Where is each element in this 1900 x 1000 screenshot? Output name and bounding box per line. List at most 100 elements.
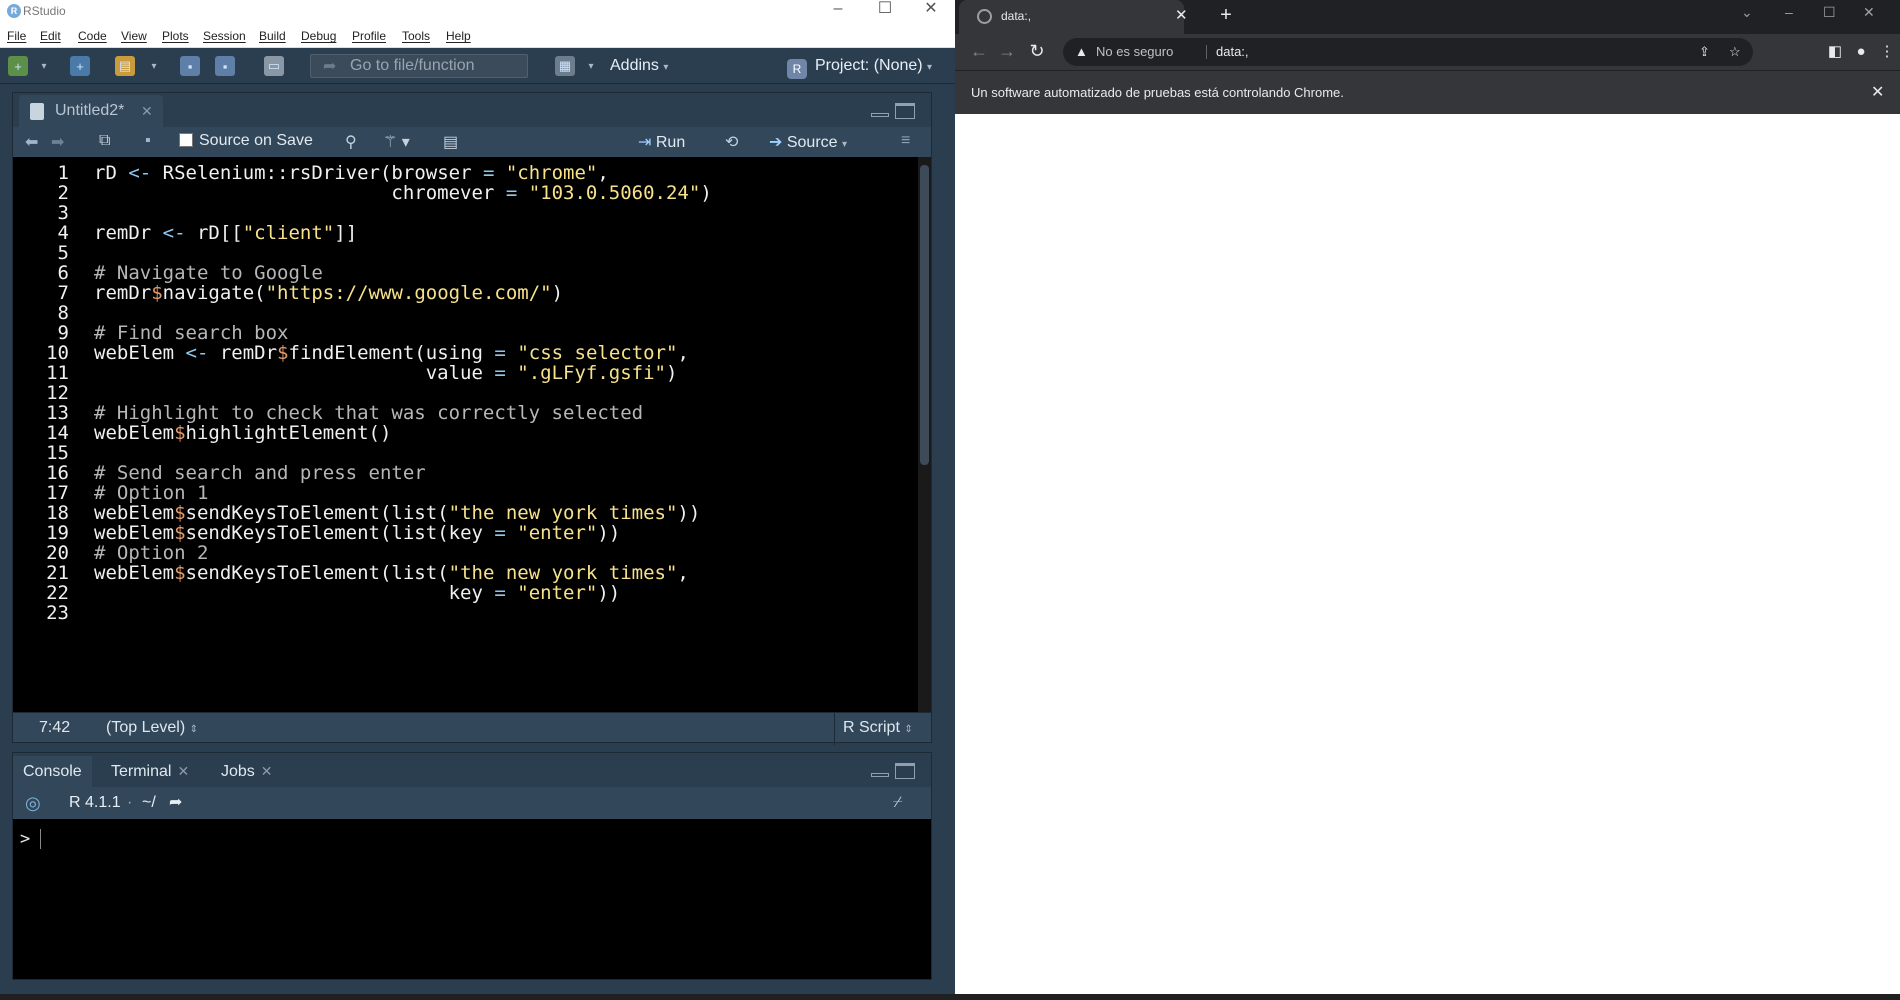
save-icon[interactable]: ▪ [180,56,200,76]
rstudio-window: R RStudio – ☐ ✕ File Edit Code View Plot… [0,0,955,994]
open-dropdown-icon[interactable]: ▾ [148,56,160,76]
run-button[interactable]: ⇥ Run [638,132,685,152]
new-file-dropdown-icon[interactable]: ▾ [38,56,50,76]
globe-icon [977,9,992,24]
maximize-icon[interactable]: ☐ [1823,4,1836,21]
console-output[interactable]: > [13,819,931,979]
address-bar[interactable]: ▲ No es seguro data:, ⇪ ☆ [1063,38,1753,66]
source-tabs: Untitled2* ✕ [13,93,931,127]
tab-search-icon[interactable]: ⌄ [1741,4,1753,21]
close-infobar-icon[interactable]: ✕ [1871,71,1884,115]
code-editor[interactable]: 1 2 3 4 5 6 7 8 9 10 11 12 13 14 15 16 17 18 19 20 21 22 23 rD… [13,157,918,712]
tab-jobs[interactable]: Jobs ✕ [211,756,283,787]
chevron-down-icon: ▾ [927,62,933,73]
browser-tab[interactable]: data:, [959,0,1184,34]
run-label: Run [655,134,686,151]
line-number: 23 [46,602,69,624]
maximize-pane-icon[interactable] [895,763,915,779]
menu-edit[interactable]: Edit [40,29,61,43]
rerun-icon[interactable]: ⟲ [725,132,738,152]
close-tab-icon[interactable]: ✕ [261,763,273,779]
back-arrow-icon[interactable]: ⬅ [25,132,38,152]
menu-profile[interactable]: Profile [352,29,386,43]
automation-infobar: Un software automatizado de pruebas está… [955,70,1900,114]
rstudio-titlebar: R RStudio – ☐ ✕ [0,0,955,24]
language-label: R Script [843,719,900,736]
tab-jobs-label: Jobs [221,763,255,780]
pane-layout-icon[interactable]: ▦ [555,56,575,76]
page-content[interactable] [955,114,1900,994]
project-menu[interactable]: R Project: (None) ▾ [787,57,932,79]
menu-plots[interactable]: Plots [162,29,189,43]
scope-selector[interactable]: (Top Level) ⇕ [106,713,198,745]
close-tab-icon[interactable]: ✕ [141,95,153,127]
menu-kebab-icon[interactable]: ⋮ [1877,42,1897,62]
menu-code[interactable]: Code [78,29,107,43]
language-selector[interactable]: R Script ⇕ [834,713,931,745]
menu-tools[interactable]: Tools [402,29,430,43]
layout-dropdown-icon[interactable]: ▾ [585,56,597,76]
minimize-pane-icon[interactable] [871,113,889,117]
menu-session[interactable]: Session [203,29,246,43]
magic-wand-icon[interactable]: ⚚ ▾ [383,132,410,152]
show-in-window-icon[interactable]: ⧉ [99,132,110,150]
scroll-thumb[interactable] [920,165,929,465]
search-icon[interactable]: ⚲ [345,132,357,152]
chrome-tabstrip: data:, ✕ + ⌄ – ☐ ✕ [955,0,1900,34]
r-version: R 4.1.1 [69,794,121,811]
menu-help[interactable]: Help [446,29,471,43]
close-icon[interactable]: ✕ [1863,4,1875,21]
save-icon[interactable]: ▪ [145,132,151,150]
source-on-save-checkbox[interactable]: Source on Save [179,132,313,150]
bookmark-star-icon[interactable]: ☆ [1729,38,1741,66]
close-tab-icon[interactable]: ✕ [1175,0,1188,32]
goto-file-input[interactable]: ➦ Go to file/function [310,54,528,78]
code-line: chromever = "103.0.5060.24") [94,182,712,204]
forward-arrow-icon[interactable]: ➡ [51,132,64,152]
warning-icon: ▲ [1075,44,1088,59]
goto-arrow-icon: ➦ [323,58,337,75]
new-project-icon[interactable]: + [70,56,90,76]
tab-terminal[interactable]: Terminal ✕ [101,756,199,787]
menu-view[interactable]: View [121,29,147,43]
open-file-icon[interactable]: ▤ [115,56,135,76]
print-icon[interactable]: ▭ [264,56,284,76]
side-panel-icon[interactable]: ◧ [1825,42,1845,62]
minimize-icon[interactable]: – [823,0,853,18]
chrome-window: data:, ✕ + ⌄ – ☐ ✕ ← → ↻ ▲ No es seguro … [955,0,1900,994]
console-infobar: ◎ R 4.1.1 · ~/ ➦ ⌿ [13,787,931,819]
close-icon[interactable]: ✕ [916,0,946,18]
new-tab-icon[interactable]: + [1213,4,1239,27]
save-all-icon[interactable]: ▪ [215,56,235,76]
back-icon[interactable]: ← [967,39,991,63]
maximize-icon[interactable]: ☐ [870,0,900,18]
goto-placeholder: Go to file/function [350,57,475,74]
compile-report-icon[interactable]: ▤ [443,132,458,152]
close-tab-icon[interactable]: ✕ [177,763,189,779]
editor-scrollbar[interactable] [918,157,931,712]
minimize-pane-icon[interactable] [871,773,889,777]
menu-file[interactable]: File [7,29,26,43]
minimize-icon[interactable]: – [1785,4,1793,20]
forward-icon[interactable]: → [995,39,1019,63]
tab-untitled2[interactable]: Untitled2* ✕ [19,95,163,127]
tab-console[interactable]: Console [13,756,92,787]
share-icon[interactable]: ⇪ [1699,38,1710,66]
reload-icon[interactable]: ↻ [1025,39,1049,63]
profile-icon[interactable]: ● [1851,42,1871,62]
menu-debug[interactable]: Debug [301,29,336,43]
source-on-save-label: Source on Save [199,132,313,149]
new-file-icon[interactable]: + [8,56,28,76]
text-cursor [40,829,41,849]
goto-dir-icon[interactable]: ➦ [169,787,182,819]
cursor-position: 7:42 [39,719,71,736]
maximize-pane-icon[interactable] [895,103,915,119]
addins-label: Addins [610,57,659,74]
addins-button[interactable]: Addins ▾ [610,57,668,75]
infobar-text: Un software automatizado de pruebas está… [971,85,1344,100]
run-icon: ⇥ [638,134,652,151]
menu-build[interactable]: Build [259,29,286,43]
broom-icon[interactable]: ⌿ [893,787,903,819]
outline-icon[interactable]: ≡ [901,132,910,150]
source-button[interactable]: ➔ Source ▾ [769,132,847,152]
